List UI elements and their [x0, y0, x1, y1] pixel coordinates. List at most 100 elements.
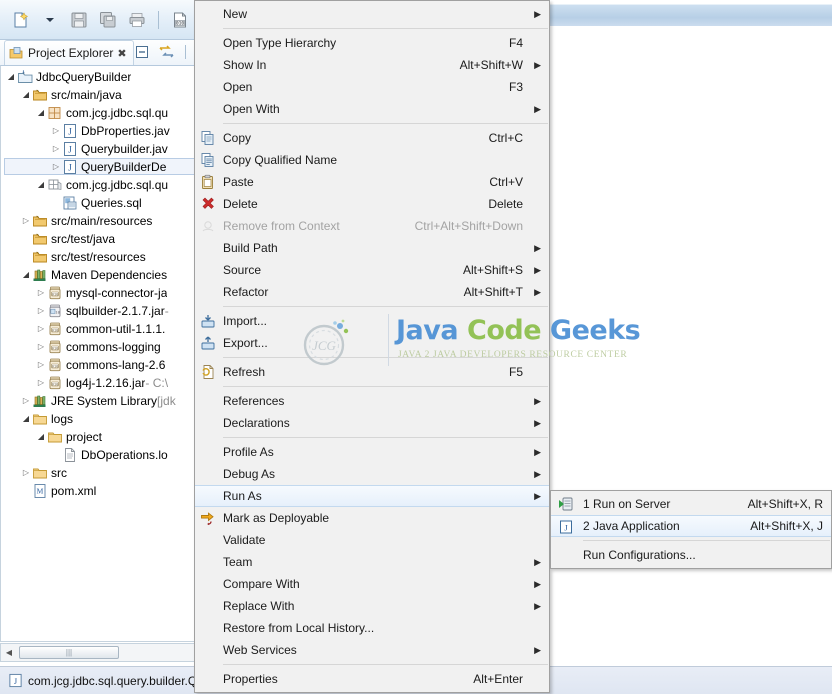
- tree-row[interactable]: Queries.sql: [5, 194, 200, 211]
- menu-item[interactable]: Compare With▶: [195, 573, 549, 595]
- menu-item[interactable]: Copy Qualified Name: [195, 149, 549, 171]
- tree-expander-closed-icon[interactable]: ▷: [20, 216, 32, 225]
- tree-row[interactable]: ◢com.jcg.jdbc.sql.qu: [5, 176, 200, 193]
- tree-row[interactable]: ▷010commons-logging: [5, 338, 200, 355]
- menu-item[interactable]: Restore from Local History...: [195, 617, 549, 639]
- tree-expander-closed-icon[interactable]: ▷: [50, 144, 62, 153]
- scroll-left-arrow-icon[interactable]: ◀: [1, 648, 17, 657]
- tree-expander-closed-icon[interactable]: ▷: [35, 342, 47, 351]
- menu-item[interactable]: Validate: [195, 529, 549, 551]
- tree-row[interactable]: src/test/resources: [5, 248, 200, 265]
- tree-expander-open-icon[interactable]: ◢: [35, 108, 47, 117]
- menu-item[interactable]: DeleteDelete: [195, 193, 549, 215]
- tree-row[interactable]: Mpom.xml: [5, 482, 200, 499]
- save-icon[interactable]: [66, 7, 92, 33]
- menu-item[interactable]: CopyCtrl+C: [195, 127, 549, 149]
- new-file-icon[interactable]: [8, 7, 34, 33]
- tree-expander-open-icon[interactable]: ◢: [5, 72, 17, 81]
- tree-expander-closed-icon[interactable]: ▷: [20, 396, 32, 405]
- tree-row[interactable]: DbOperations.lo: [5, 446, 200, 463]
- close-icon[interactable]: ✖: [117, 47, 126, 60]
- tree-horizontal-scrollbar[interactable]: ◀ |||: [0, 643, 200, 662]
- menu-item-label: Show In: [223, 58, 442, 72]
- menu-item-label: Export...: [223, 336, 523, 350]
- tree-expander-closed-icon[interactable]: ▷: [20, 468, 32, 477]
- scroll-thumb[interactable]: |||: [19, 646, 119, 659]
- context-menu[interactable]: New▶Open Type HierarchyF4Show InAlt+Shif…: [194, 0, 550, 693]
- menu-item[interactable]: OpenF3: [195, 76, 549, 98]
- collapse-all-icon[interactable]: [132, 42, 152, 62]
- run-as-submenu[interactable]: 1 Run on ServerAlt+Shift+X, RJ2 Java App…: [550, 490, 832, 569]
- tree-row[interactable]: ▷src/main/resources: [5, 212, 200, 229]
- tree-expander-closed-icon[interactable]: ▷: [50, 126, 62, 135]
- menu-item[interactable]: RefreshF5: [195, 361, 549, 383]
- menu-item[interactable]: Export...: [195, 332, 549, 354]
- menu-item[interactable]: Profile As▶: [195, 441, 549, 463]
- menu-item[interactable]: References▶: [195, 390, 549, 412]
- tree-row[interactable]: ▷10sqlbuilder-2.1.7.jar -: [5, 302, 200, 319]
- tree-row[interactable]: ▷JRE System Library [jdk: [5, 392, 200, 409]
- tree-row[interactable]: ◢src/main/java: [5, 86, 200, 103]
- submenu-item[interactable]: 1 Run on ServerAlt+Shift+X, R: [551, 493, 831, 515]
- tree-expander-open-icon[interactable]: ◢: [35, 180, 47, 189]
- deploy-icon: [200, 510, 216, 526]
- menu-item[interactable]: New▶: [195, 3, 549, 25]
- java-file-icon: J: [62, 159, 78, 175]
- tree-expander-closed-icon[interactable]: ▷: [35, 360, 47, 369]
- tree-row[interactable]: ▷010mysql-connector-ja: [5, 284, 200, 301]
- print-icon[interactable]: [124, 7, 150, 33]
- tree-row[interactable]: ▷010commons-lang-2.6: [5, 356, 200, 373]
- project-tree[interactable]: ◢JJdbcQueryBuilder◢src/main/java◢com.jcg…: [0, 65, 200, 642]
- menu-item[interactable]: PasteCtrl+V: [195, 171, 549, 193]
- tree-expander-closed-icon[interactable]: ▷: [35, 324, 47, 333]
- tree-row[interactable]: ◢JJdbcQueryBuilder: [5, 68, 200, 85]
- tree-expander-open-icon[interactable]: ◢: [20, 90, 32, 99]
- tree-expander-closed-icon[interactable]: ▷: [35, 306, 47, 315]
- menu-item[interactable]: Show InAlt+Shift+W▶: [195, 54, 549, 76]
- menu-item[interactable]: Build Path▶: [195, 237, 549, 259]
- tree-expander-open-icon[interactable]: ◢: [20, 414, 32, 423]
- tree-row[interactable]: ▷010log4j-1.2.16.jar - C:\: [5, 374, 200, 391]
- menu-item[interactable]: Declarations▶: [195, 412, 549, 434]
- submenu-arrow-icon: ▶: [529, 287, 541, 298]
- save-all-icon[interactable]: [95, 7, 121, 33]
- link-editor-icon[interactable]: [156, 42, 176, 62]
- menu-item-label: Delete: [223, 197, 470, 211]
- menu-item-label: New: [223, 7, 523, 21]
- tree-row[interactable]: ◢logs: [5, 410, 200, 427]
- chevron-down-icon[interactable]: [37, 7, 63, 33]
- menu-item[interactable]: Replace With▶: [195, 595, 549, 617]
- tree-expander-open-icon[interactable]: ◢: [35, 432, 47, 441]
- tree-row-selected[interactable]: ▷JQueryBuilderDe: [4, 158, 200, 175]
- menu-item[interactable]: Open With▶: [195, 98, 549, 120]
- tree-row[interactable]: ◢Maven Dependencies: [5, 266, 200, 283]
- tree-row[interactable]: ◢com.jcg.jdbc.sql.qu: [5, 104, 200, 121]
- menu-item[interactable]: Web Services▶: [195, 639, 549, 661]
- submenu-item[interactable]: Run Configurations...: [551, 544, 831, 566]
- tree-expander-closed-icon[interactable]: ▷: [35, 288, 47, 297]
- tree-row[interactable]: ▷JQuerybuilder.jav: [5, 140, 200, 157]
- tree-row[interactable]: ▷JDbProperties.jav: [5, 122, 200, 139]
- menu-item[interactable]: SourceAlt+Shift+S▶: [195, 259, 549, 281]
- menu-item[interactable]: Debug As▶: [195, 463, 549, 485]
- tree-row[interactable]: src/test/java: [5, 230, 200, 247]
- menu-item[interactable]: Open Type HierarchyF4: [195, 32, 549, 54]
- menu-item[interactable]: Run As▶: [195, 485, 549, 507]
- menu-item[interactable]: RefactorAlt+Shift+T▶: [195, 281, 549, 303]
- menu-item[interactable]: PropertiesAlt+Enter: [195, 668, 549, 690]
- binary-icon[interactable]: 010: [167, 7, 193, 33]
- menu-item[interactable]: Import...: [195, 310, 549, 332]
- menu-item[interactable]: Team▶: [195, 551, 549, 573]
- menu-item-label: References: [223, 394, 523, 408]
- tree-expander-closed-icon[interactable]: ▷: [35, 378, 47, 387]
- tree-expander-closed-icon[interactable]: ▷: [50, 162, 62, 171]
- menu-item-label: Open: [223, 80, 491, 94]
- tree-row[interactable]: ▷src: [5, 464, 200, 481]
- tree-row[interactable]: ▷010common-util-1.1.1.: [5, 320, 200, 337]
- tree-expander-open-icon[interactable]: ◢: [20, 270, 32, 279]
- tab-project-explorer[interactable]: Project Explorer ✖: [4, 40, 134, 65]
- menu-item[interactable]: Mark as Deployable: [195, 507, 549, 529]
- import-icon: [200, 313, 216, 329]
- submenu-item[interactable]: J2 Java ApplicationAlt+Shift+X, J: [551, 515, 831, 537]
- tree-row[interactable]: ◢project: [5, 428, 200, 445]
